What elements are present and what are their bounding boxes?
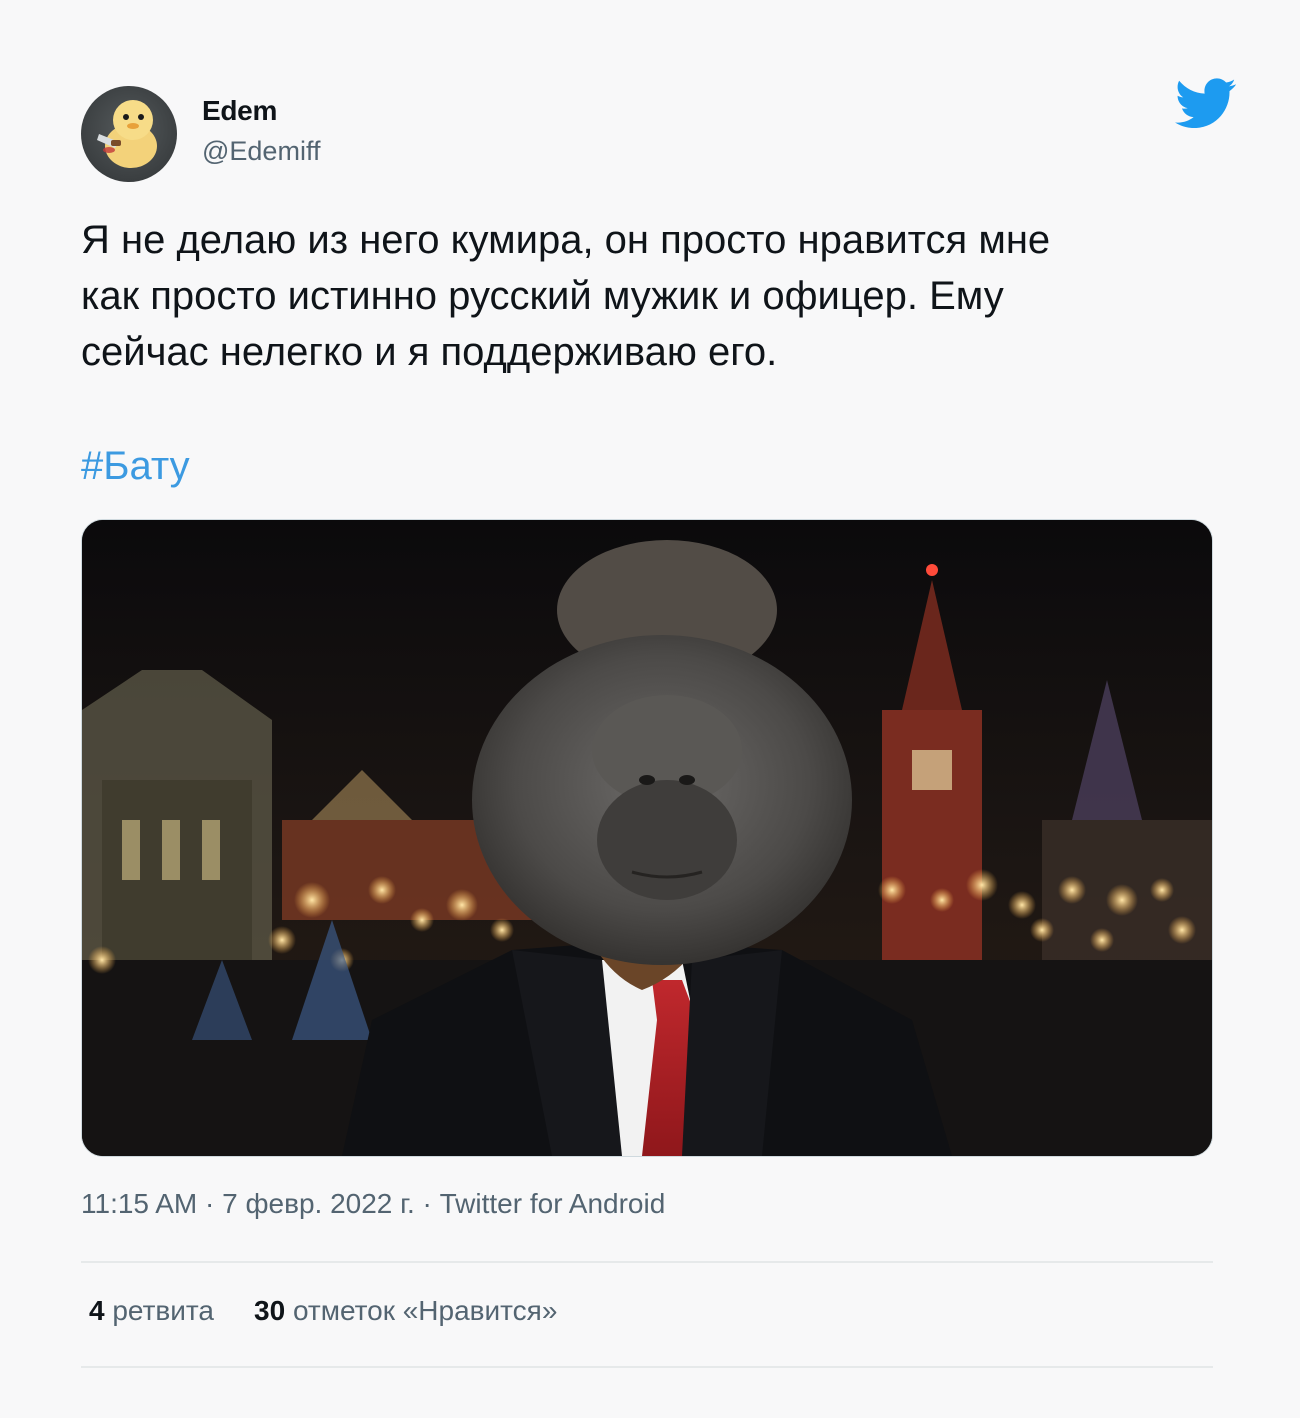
tweet-header: Edem @Edemiff (81, 78, 1236, 182)
tweet-meta: 11:15 AM · 7 февр. 2022 г. · Twitter for… (81, 1188, 665, 1220)
tweet-card: Edem @Edemiff Я не делаю из него кумира,… (0, 0, 1300, 1418)
likes-count: 30 (254, 1295, 286, 1326)
retweets-label: ретвита (112, 1295, 214, 1326)
retweets-stat[interactable]: 4 ретвита (89, 1295, 214, 1327)
author-name[interactable]: Edem (202, 95, 277, 127)
hashtag-link[interactable]: #Бату (81, 438, 190, 494)
tweet-media-image[interactable] (81, 519, 1213, 1157)
divider (81, 1261, 1213, 1263)
tweet-time[interactable]: 11:15 AM (81, 1188, 197, 1219)
twitter-bird-icon[interactable] (1175, 78, 1237, 130)
tweet-date[interactable]: 7 февр. 2022 г. (222, 1188, 415, 1219)
likes-stat[interactable]: 30 отметок «Нравится» (254, 1295, 557, 1327)
tweet-source[interactable]: Twitter for Android (440, 1188, 666, 1219)
avatar[interactable] (81, 86, 177, 182)
likes-label: отметок «Нравится» (292, 1295, 558, 1326)
tweet-text: Я не делаю из него кумира, он просто нра… (81, 218, 1051, 374)
retweets-count: 4 (89, 1295, 105, 1326)
divider (81, 1366, 1213, 1368)
author-handle[interactable]: @Edemiff (202, 136, 320, 167)
media-illustration (82, 520, 1212, 1156)
meta-separator: · (205, 1188, 215, 1219)
tweet-stats: 4 ретвита 30 отметок «Нравится» (89, 1295, 557, 1327)
meta-separator: · (422, 1188, 432, 1219)
